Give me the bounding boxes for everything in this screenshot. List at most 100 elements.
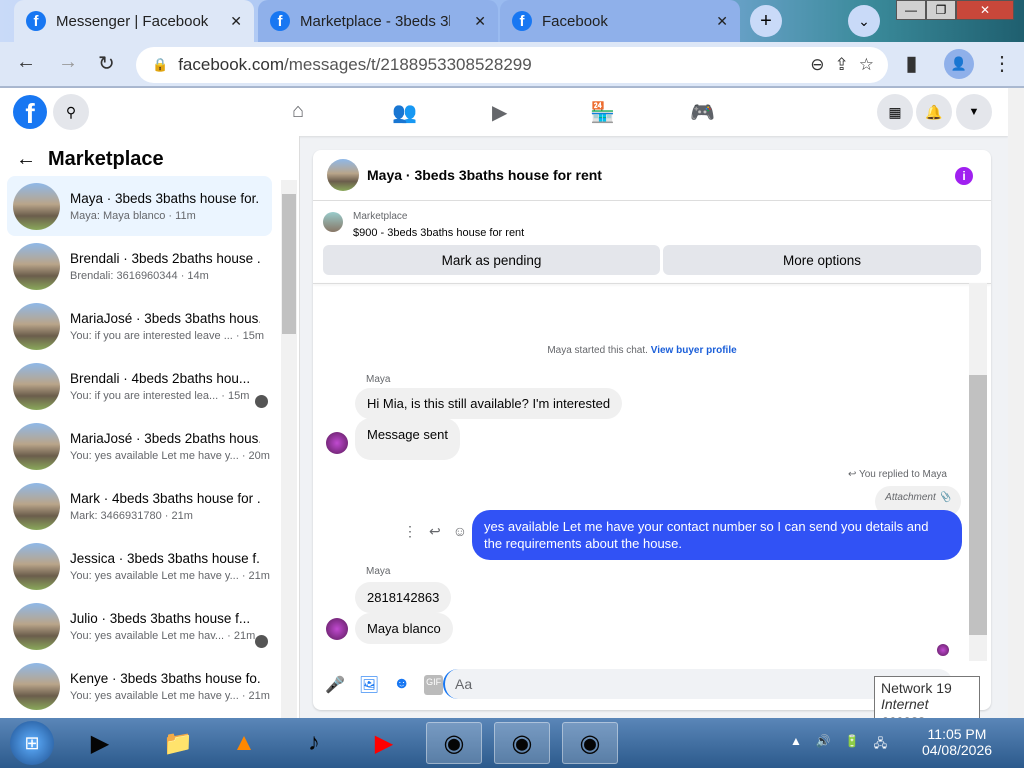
- sender-name: Maya: [366, 374, 391, 385]
- minimize-button[interactable]: —: [896, 0, 926, 20]
- message-bubble[interactable]: Message sent: [355, 418, 460, 460]
- power-icon[interactable]: 🔋: [845, 734, 860, 755]
- menu-grid-icon[interactable]: ▦: [877, 94, 913, 130]
- conversation-scrollbar[interactable]: [281, 180, 297, 718]
- conversation-item[interactable]: MariaJosé · 3beds 3baths hous... You: if …: [7, 296, 272, 356]
- my-message-bubble[interactable]: yes available Let me have your contact n…: [472, 510, 962, 560]
- home-icon[interactable]: ⌂: [292, 100, 304, 123]
- facebook-icon: f: [512, 11, 532, 31]
- react-emoji-icon[interactable]: ☺: [453, 523, 467, 540]
- maya-avatar[interactable]: [326, 432, 348, 454]
- file-explorer-icon[interactable]: 📁: [150, 722, 206, 764]
- tab-marketplace[interactable]: f Marketplace - 3beds 3ba ✕: [258, 0, 498, 42]
- sticker-icon[interactable]: ☻: [393, 675, 410, 695]
- clock[interactable]: 11:05 PM 04/08/2026: [912, 726, 1002, 758]
- replied-text: You replied to Maya: [858, 469, 947, 480]
- youtube-icon[interactable]: ▶: [356, 722, 412, 764]
- conversation-preview: You: yes available Let me have y... · 21…: [70, 569, 270, 582]
- back-arrow-icon[interactable]: ←: [16, 148, 36, 171]
- message-bubble[interactable]: 2818142863: [355, 582, 452, 613]
- microphone-icon[interactable]: 🎤: [325, 675, 345, 695]
- bookmark-star-icon[interactable]: ☆: [859, 55, 874, 75]
- chrome-window-1-icon[interactable]: ◉: [426, 722, 482, 764]
- conversation-item[interactable]: Jessica · 3beds 3baths house f... You: ye…: [7, 536, 272, 596]
- tray-arrow-icon[interactable]: ▲: [790, 734, 802, 755]
- conversation-item[interactable]: Brendali · 4beds 2baths hou... You: if yo…: [7, 356, 272, 416]
- notifications-bell-icon[interactable]: 🔔: [916, 94, 952, 130]
- conversation-preview: Brendali: 3616960344 · 14m: [70, 269, 209, 282]
- friends-icon[interactable]: 👥: [392, 100, 417, 125]
- account-menu-icon[interactable]: ▼: [956, 94, 992, 130]
- mark-as-pending-button[interactable]: Mark as pending: [323, 245, 660, 275]
- chat-title[interactable]: Maya · 3beds 3baths house for rent: [367, 167, 602, 183]
- profile-avatar-icon[interactable]: 👤: [944, 49, 974, 79]
- info-icon[interactable]: i: [955, 167, 973, 185]
- gaming-icon[interactable]: 🎮: [690, 100, 715, 125]
- close-tab-icon[interactable]: ✕: [716, 13, 728, 30]
- attachment-label: Attachment: [885, 492, 936, 503]
- conversation-item[interactable]: Julio · 3beds 3baths house f... You: yes …: [7, 596, 272, 656]
- conversation-preview: Mark: 3466931780 · 21m: [70, 509, 193, 522]
- conversation-item[interactable]: Maya · 3beds 3baths house for... Maya: Ma…: [7, 176, 272, 236]
- back-icon[interactable]: ←: [16, 51, 36, 74]
- conversation-preview: You: if you are interested leave ... · 1…: [70, 329, 265, 342]
- facebook-logo[interactable]: f: [13, 95, 47, 129]
- chrome-window-3-icon[interactable]: ◉: [562, 722, 618, 764]
- conversation-name: MariaJosé · 3beds 2baths hous...: [70, 430, 260, 446]
- tab-messenger[interactable]: f Messenger | Facebook ✕: [14, 0, 254, 42]
- conversation-item[interactable]: Mark · 4beds 3baths house for ... Mark: 3…: [7, 476, 272, 536]
- conversation-item[interactable]: Kenye · 3beds 3baths house fo... You: yes…: [7, 656, 272, 716]
- share-icon[interactable]: ⇪: [835, 55, 849, 75]
- seen-avatar: [255, 394, 268, 408]
- browser-tab-bar: f Messenger | Facebook ✕ f Marketplace - 3b…: [0, 0, 1024, 42]
- reply-icon[interactable]: ↩: [429, 523, 441, 540]
- page-scrollbar[interactable]: [1008, 88, 1024, 718]
- facebook-icon: f: [26, 11, 46, 31]
- tab-title: Marketplace - 3beds 3ba: [300, 12, 450, 30]
- started-text: Maya started this chat.: [547, 345, 648, 356]
- chrome-window-2-icon[interactable]: ◉: [494, 722, 550, 764]
- reload-icon[interactable]: ↻: [98, 51, 115, 76]
- maya-avatar[interactable]: [326, 618, 348, 640]
- close-tab-icon[interactable]: ✕: [474, 13, 486, 30]
- volume-icon[interactable]: 🔊: [816, 734, 831, 755]
- more-options-button[interactable]: More options: [663, 245, 981, 275]
- media-player-icon[interactable]: ▶: [72, 722, 128, 764]
- listing-thumbnail: [323, 212, 343, 232]
- forward-icon[interactable]: →: [58, 51, 78, 74]
- conversation-preview: You: yes available Let me have y... · 20…: [70, 449, 270, 462]
- conversation-preview: Maya: Maya blanco · 11m: [70, 209, 196, 222]
- marketplace-icon[interactable]: 🏪: [590, 100, 615, 125]
- message-actions: ⋮ ↩ ☺: [403, 523, 467, 540]
- menu-dots-icon[interactable]: ⋮: [992, 51, 1012, 76]
- url-field[interactable]: 🔒 facebook.com/messages/t/21889533085282…: [136, 47, 888, 83]
- conversation-item[interactable]: Brendali · 3beds 2baths house ... Brendal…: [7, 236, 272, 296]
- message-bubble[interactable]: Maya blanco: [355, 613, 453, 644]
- network-icon[interactable]: 🖧: [874, 734, 887, 755]
- conversation-name: MariaJosé · 3beds 3baths hous...: [70, 310, 260, 326]
- view-buyer-profile-link[interactable]: View buyer profile: [651, 345, 737, 356]
- conversation-item[interactable]: MariaJosé · 3beds 2baths hous... You: yes…: [7, 416, 272, 476]
- tab-search-button[interactable]: ⌄: [848, 5, 880, 37]
- tab-facebook[interactable]: f Facebook ✕: [500, 0, 740, 42]
- more-dots-icon[interactable]: ⋮: [403, 523, 417, 540]
- side-panel-icon[interactable]: ▮: [906, 51, 917, 76]
- sender-name: Maya: [366, 566, 391, 577]
- search-icon[interactable]: ⚲: [53, 94, 89, 130]
- close-window-button[interactable]: ✕: [956, 0, 1014, 20]
- vlc-icon[interactable]: ▲: [216, 722, 272, 764]
- close-tab-icon[interactable]: ✕: [230, 13, 242, 30]
- maximize-button[interactable]: ❐: [926, 0, 956, 20]
- conversation-name: Maya · 3beds 3baths house for...: [70, 190, 260, 206]
- listing-price[interactable]: $900 - 3beds 3baths house for rent: [353, 227, 524, 239]
- tiktok-icon[interactable]: ♪: [286, 722, 342, 764]
- chat-header: Maya · 3beds 3baths house for rent: [327, 159, 602, 191]
- zoom-icon[interactable]: ⊖: [810, 55, 824, 75]
- new-tab-button[interactable]: +: [750, 5, 782, 37]
- watch-icon[interactable]: ▶: [492, 100, 507, 125]
- photo-icon[interactable]: 🖼: [359, 675, 379, 695]
- message-bubble[interactable]: Hi Mia, is this still available? I'm int…: [355, 388, 623, 419]
- chat-scrollbar[interactable]: [969, 283, 987, 661]
- start-button[interactable]: ⊞: [10, 721, 54, 765]
- gif-icon[interactable]: GIF: [424, 675, 444, 695]
